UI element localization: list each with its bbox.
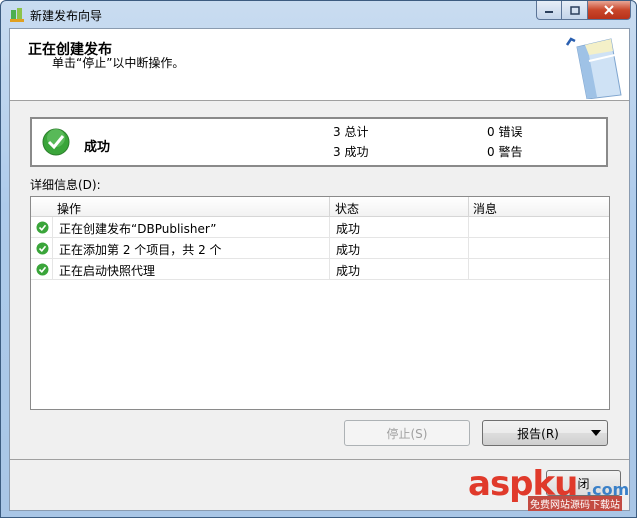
row-status: 成功 <box>336 264 361 278</box>
footer-divider <box>10 459 629 460</box>
minimize-button[interactable] <box>536 1 562 20</box>
page-subtitle: 单击“停止”以中断操作。 <box>52 56 185 70</box>
close-window-button[interactable] <box>588 1 631 20</box>
close-icon <box>604 5 614 15</box>
cell-divider <box>329 259 330 280</box>
check-circle-icon <box>42 128 70 156</box>
column-header-message[interactable]: 消息 <box>473 200 497 217</box>
wizard-icon <box>10 8 24 22</box>
watermark-tagline: 免费网站源码下载站 <box>528 496 622 511</box>
cell-divider <box>468 238 469 259</box>
row-status: 成功 <box>336 222 361 236</box>
details-label: 详细信息(D): <box>30 178 101 192</box>
maximize-button[interactable] <box>562 1 588 20</box>
check-circle-icon <box>36 221 49 234</box>
publication-book-icon <box>565 37 622 99</box>
wizard-body: 正在创建发布 单击“停止”以中断操作。 成功 3 总计 3 成功 0 错误 0 … <box>9 28 630 511</box>
wizard-window: 新建发布向导 正在创建发布 单击“停止”以中断操作。 成功 3 总计 3 成功 … <box>0 0 637 518</box>
total-count: 3 总计 <box>333 125 369 139</box>
check-circle-icon <box>36 263 49 276</box>
title-bar[interactable]: 新建发布向导 <box>1 1 636 28</box>
window-title: 新建发布向导 <box>30 9 103 23</box>
stop-button[interactable]: 停止(S) <box>344 420 470 446</box>
table-row[interactable]: 正在添加第 2 个项目，共 2 个 成功 <box>31 238 609 259</box>
dropdown-arrow-icon <box>591 430 601 436</box>
column-header-action[interactable]: 操作 <box>57 200 81 217</box>
column-divider <box>329 197 330 217</box>
cell-divider <box>52 238 53 259</box>
table-row[interactable]: 正在创建发布“DBPublisher” 成功 <box>31 217 609 238</box>
report-button[interactable]: 报告(R) <box>482 420 608 446</box>
check-circle-icon <box>36 242 49 255</box>
row-action: 正在启动快照代理 <box>59 264 156 278</box>
column-header-status[interactable]: 状态 <box>335 200 359 217</box>
maximize-icon <box>569 5 580 15</box>
summary-status: 成功 <box>84 140 111 155</box>
cell-divider <box>468 217 469 238</box>
summary-panel: 成功 3 总计 3 成功 0 错误 0 警告 <box>30 117 608 167</box>
success-count: 3 成功 <box>333 145 369 159</box>
watermark-logo: aspku .com 免费网站源码下载站 <box>468 464 637 511</box>
cell-divider <box>52 259 53 280</box>
error-count: 0 错误 <box>487 125 523 139</box>
cell-divider <box>329 217 330 238</box>
wizard-header: 正在创建发布 单击“停止”以中断操作。 <box>10 29 629 101</box>
row-action: 正在创建发布“DBPublisher” <box>59 222 217 236</box>
warning-count: 0 警告 <box>487 145 523 159</box>
row-status: 成功 <box>336 243 361 257</box>
report-button-label: 报告(R) <box>517 426 559 441</box>
cell-divider <box>468 259 469 280</box>
cell-divider <box>52 217 53 238</box>
table-row[interactable]: 正在启动快照代理 成功 <box>31 259 609 280</box>
details-grid[interactable]: 操作 状态 消息 正在创建发布“DBPublisher” 成功 正在添加第 2 … <box>30 196 610 410</box>
row-action: 正在添加第 2 个项目，共 2 个 <box>59 243 222 257</box>
column-divider <box>468 197 469 217</box>
minimize-icon <box>545 11 553 13</box>
grid-header: 操作 状态 消息 <box>31 197 609 217</box>
cell-divider <box>329 238 330 259</box>
caption-buttons <box>536 1 631 21</box>
